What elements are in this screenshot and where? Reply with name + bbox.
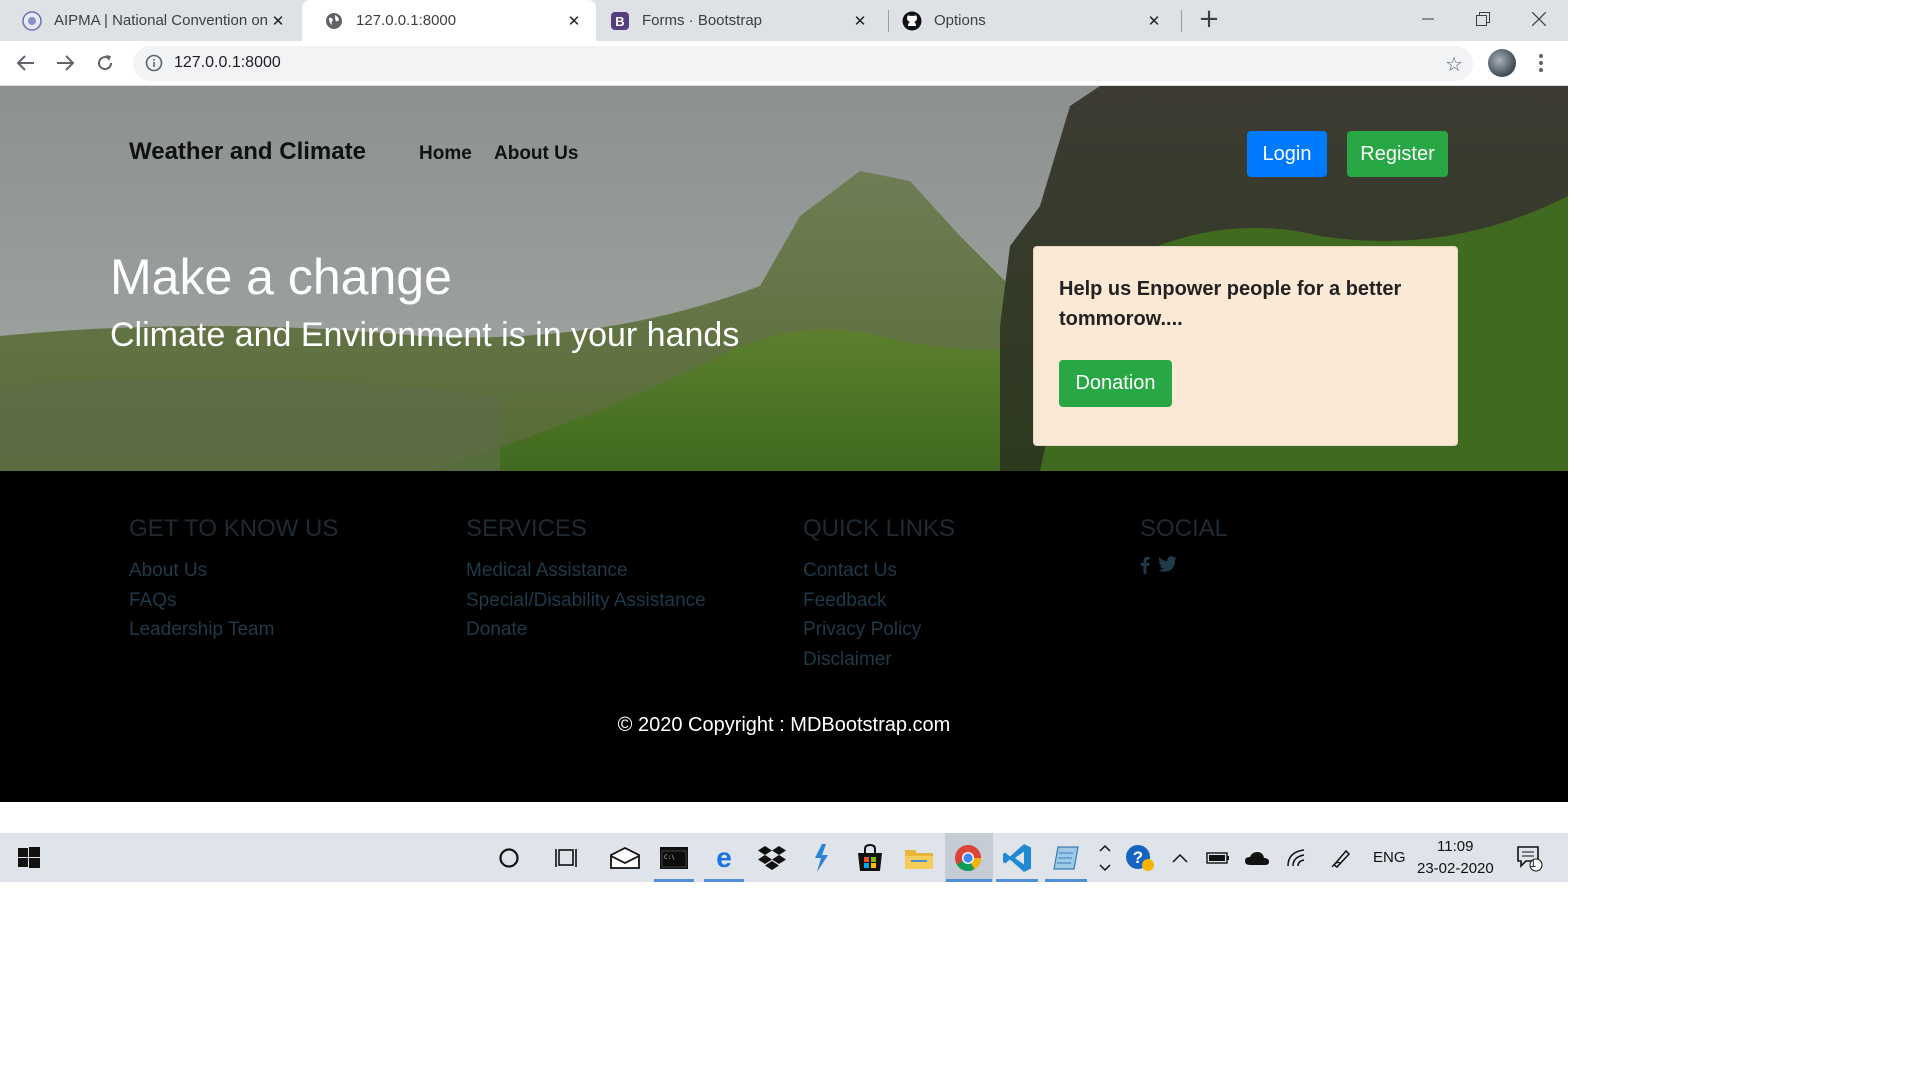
- tab-localhost[interactable]: 127.0.0.1:8000 ✕: [302, 0, 596, 41]
- tab-title: Forms · Bootstrap: [642, 12, 763, 29]
- footer-link-medical-assistance[interactable]: Medical Assistance: [466, 556, 706, 586]
- browser-tab-strip: AIPMA | National Convention on ✕ 127.0.0…: [0, 0, 1568, 41]
- site-footer: GET TO KNOW US About Us FAQs Leadership …: [0, 471, 1568, 802]
- footer-heading: SOCIAL: [1140, 515, 1229, 542]
- restore-icon[interactable]: [1460, 5, 1506, 33]
- nav-home[interactable]: Home: [419, 143, 472, 165]
- facebook-icon[interactable]: [1140, 556, 1150, 578]
- onedrive-cloud-icon[interactable]: [1240, 841, 1274, 875]
- hero-title: Make a change: [110, 249, 452, 305]
- tab-options[interactable]: Options ✕: [880, 0, 1176, 41]
- clock-time[interactable]: 11:09: [1437, 838, 1473, 855]
- close-tab-icon[interactable]: ✕: [850, 11, 870, 31]
- help-icon[interactable]: ?: [1123, 841, 1157, 875]
- footer-column-social: SOCIAL: [1140, 515, 1228, 578]
- task-view-icon[interactable]: [550, 841, 584, 875]
- footer-heading: QUICK LINKS: [803, 515, 956, 542]
- aipma-logo-icon: [22, 10, 42, 31]
- address-url[interactable]: 127.0.0.1:8000: [174, 54, 281, 72]
- notepad-icon[interactable]: [1049, 841, 1083, 875]
- wifi-icon[interactable]: [1280, 841, 1314, 875]
- site-brand[interactable]: Weather and Climate: [129, 138, 366, 166]
- close-tab-icon[interactable]: ✕: [1144, 11, 1164, 31]
- mail-icon[interactable]: [608, 841, 642, 875]
- windows-start-icon[interactable]: [12, 841, 46, 875]
- chevron-up-icon[interactable]: [1163, 841, 1197, 875]
- footer-link-privacy-policy[interactable]: Privacy Policy: [803, 615, 955, 645]
- footer-link-disclaimer[interactable]: Disclaimer: [803, 645, 955, 675]
- close-tab-icon[interactable]: ✕: [564, 11, 584, 31]
- profile-avatar[interactable]: [1488, 49, 1516, 77]
- footer-link-contact-us[interactable]: Contact Us: [803, 556, 955, 586]
- site-info-icon[interactable]: [145, 54, 163, 72]
- bookmark-star-icon[interactable]: ☆: [1445, 52, 1463, 76]
- hero-subtitle: Climate and Environment is in your hands: [110, 316, 740, 354]
- footer-column-quick-links: QUICK LINKS Contact Us Feedback Privacy …: [803, 515, 955, 674]
- svg-text:C:\: C:\: [664, 854, 675, 861]
- forward-arrow-icon[interactable]: [52, 50, 78, 76]
- register-button[interactable]: Register: [1347, 131, 1448, 177]
- cortana-icon[interactable]: [492, 841, 526, 875]
- browser-menu-icon[interactable]: [1532, 51, 1550, 75]
- taskbar-scroll-icon[interactable]: [1092, 841, 1118, 875]
- chrome-icon[interactable]: [951, 841, 985, 875]
- tab-title: AIPMA | National Convention on: [54, 12, 268, 29]
- twitter-icon[interactable]: [1158, 556, 1177, 578]
- dropbox-icon[interactable]: [755, 841, 789, 875]
- footer-link-faqs[interactable]: FAQs: [129, 586, 338, 616]
- windows-taskbar: C:\ e ? ENG 11:09 23-02-2020 1: [0, 833, 1568, 882]
- store-icon[interactable]: [853, 841, 887, 875]
- footer-link-special-disability-assistance[interactable]: Special/Disability Assistance: [466, 586, 706, 616]
- browser-toolbar: 127.0.0.1:8000 ☆: [0, 41, 1568, 86]
- svg-text:B: B: [615, 14, 624, 29]
- github-icon: [902, 11, 922, 31]
- visual-studio-icon[interactable]: [804, 841, 838, 875]
- footer-link-about-us[interactable]: About Us: [129, 556, 338, 586]
- footer-heading: GET TO KNOW US: [129, 515, 339, 542]
- tab-title: 127.0.0.1:8000: [356, 12, 457, 29]
- terminal-icon[interactable]: C:\: [657, 841, 691, 875]
- hero-section: Weather and Climate Home About Us Login …: [0, 86, 1568, 471]
- minimize-icon[interactable]: [1405, 5, 1451, 33]
- vscode-icon[interactable]: [1000, 841, 1034, 875]
- nav-about-us[interactable]: About Us: [494, 143, 578, 165]
- new-tab-button[interactable]: +: [1196, 6, 1222, 33]
- globe-icon: [324, 11, 344, 31]
- tab-aipma[interactable]: AIPMA | National Convention on ✕: [0, 0, 300, 41]
- donation-message: Help us Enpower people for a better tomm…: [1059, 278, 1402, 330]
- bootstrap-b-icon: B: [610, 11, 630, 31]
- close-window-icon[interactable]: [1516, 5, 1562, 33]
- svg-text:e: e: [716, 845, 732, 871]
- battery-icon[interactable]: [1201, 841, 1235, 875]
- footer-heading: SERVICES: [466, 515, 587, 542]
- svg-text:?: ?: [1133, 848, 1143, 867]
- copyright-text: © 2020 Copyright : MDBootstrap.com: [617, 714, 951, 736]
- footer-column-services: SERVICES Medical Assistance Special/Disa…: [466, 515, 706, 645]
- pen-ink-icon[interactable]: [1324, 841, 1358, 875]
- reload-icon[interactable]: [92, 50, 118, 76]
- file-explorer-icon[interactable]: [902, 841, 936, 875]
- tab-title: Options: [934, 12, 986, 29]
- close-tab-icon[interactable]: ✕: [268, 11, 288, 31]
- edge-icon[interactable]: e: [707, 841, 741, 875]
- back-arrow-icon[interactable]: [13, 50, 39, 76]
- donation-card: Help us Enpower people for a better tomm…: [1033, 246, 1458, 446]
- donation-button[interactable]: Donation: [1059, 360, 1172, 407]
- footer-link-feedback[interactable]: Feedback: [803, 586, 955, 616]
- footer-link-donate[interactable]: Donate: [466, 615, 706, 645]
- address-bar[interactable]: 127.0.0.1:8000 ☆: [133, 46, 1473, 81]
- tab-forms-bootstrap[interactable]: B Forms · Bootstrap ✕: [588, 0, 882, 41]
- footer-link-leadership-team[interactable]: Leadership Team: [129, 615, 338, 645]
- input-language[interactable]: ENG: [1373, 849, 1406, 866]
- notification-count: 1: [1530, 858, 1537, 870]
- login-button[interactable]: Login: [1247, 131, 1327, 177]
- clock-date[interactable]: 23-02-2020: [1417, 860, 1494, 877]
- footer-column-get-to-know-us: GET TO KNOW US About Us FAQs Leadership …: [129, 515, 338, 645]
